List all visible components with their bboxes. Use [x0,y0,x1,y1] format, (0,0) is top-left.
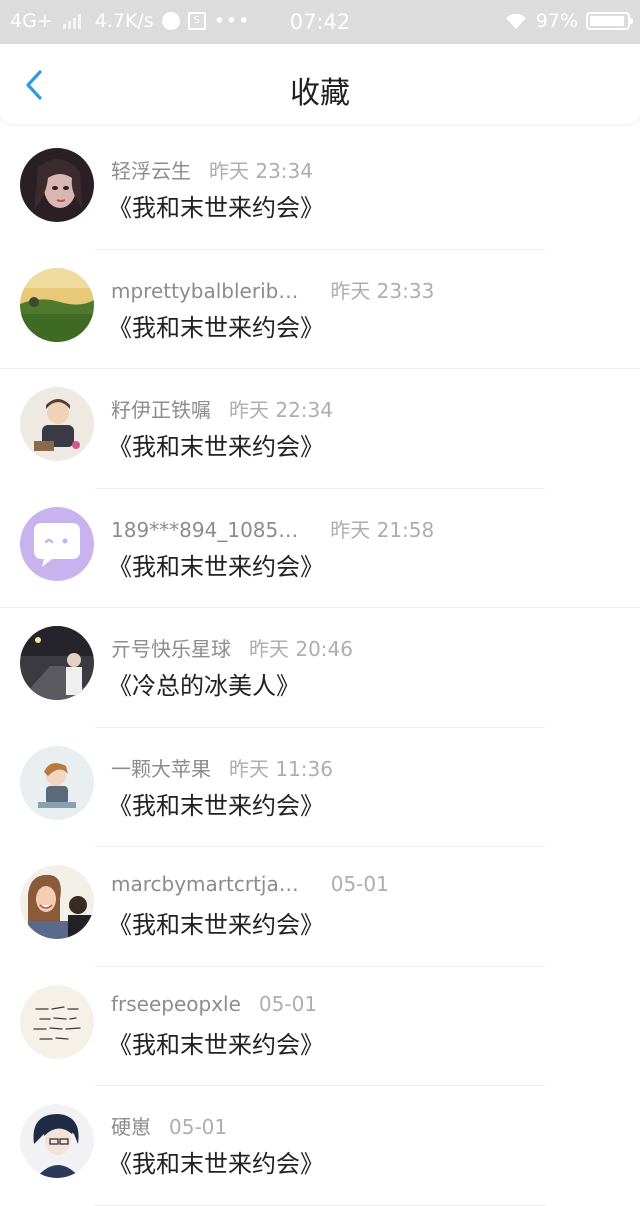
item-meta: 189***894_1085… 昨天 21:58 [111,514,434,543]
user-name: frseepeopxle [111,991,241,1016]
list-item[interactable]: 轻浮云生 昨天 23:34 《我和末世来约会》 [0,130,640,250]
book-title[interactable]: 《冷总的冰美人》 [108,666,300,701]
list-item[interactable]: mprettybalblerib… 昨天 23:33 《我和末世来约会》 [0,250,640,369]
book-title[interactable]: 《我和末世来约会》 [108,188,324,223]
user-name: marcbymartcrtja… [111,872,299,896]
book-title[interactable]: 《我和末世来约会》 [108,1025,324,1060]
list-item[interactable]: 一颗大苹果 昨天 11:36 《我和末世来约会》 [0,728,640,847]
avatar[interactable] [20,745,94,820]
list-item[interactable]: 亓号快乐星球 昨天 20:46 《冷总的冰美人》 [0,608,640,728]
item-meta: 籽伊正铁嘱 昨天 22:34 [111,394,333,423]
avatar[interactable] [20,1104,94,1178]
item-meta: marcbymartcrtja… 05-01 [111,872,389,896]
item-time: 05-01 [258,991,318,1016]
list-item[interactable]: frseepeopxle 05-01 《我和末世来约会》 [0,967,640,1086]
list-item[interactable]: marcbymartcrtja… 05-01 《我和末世来约会》 [0,847,640,967]
item-meta: 一颗大苹果 昨天 11:36 [111,753,333,782]
status-right: 97% [504,10,633,32]
item-time: 昨天 22:34 [229,398,333,422]
item-time: 昨天 11:36 [229,756,333,781]
page-title: 收藏 [290,76,350,111]
item-time: 05-01 [169,1115,228,1139]
item-meta: 硬崽 05-01 [111,1111,227,1140]
wifi-icon [505,13,526,29]
item-time: 昨天 23:33 [330,278,435,303]
list-item[interactable]: 硬崽 05-01 《我和末世来约会》 [0,1086,640,1206]
user-name: 一颗大苹果 [111,756,211,781]
user-name: 189***894_1085… [111,517,299,542]
user-name: mprettybalblerib… [111,278,299,303]
avatar[interactable] [20,267,94,342]
book-title[interactable]: 《我和末世来约会》 [108,905,324,940]
list-item[interactable]: 189***894_1085… 昨天 21:58 《我和末世来约会》 [0,489,640,608]
item-time: 昨天 23:34 [209,159,313,183]
book-title[interactable]: 《我和末世来约会》 [108,1144,324,1179]
favorites-list: 轻浮云生 昨天 23:34 《我和末世来约会》 mprettybalblerib…… [0,130,640,1206]
avatar[interactable] [20,506,94,581]
list-item[interactable]: 籽伊正铁嘱 昨天 22:34 《我和末世来约会》 [0,369,640,489]
avatar[interactable] [20,387,94,461]
item-meta: mprettybalblerib… 昨天 23:33 [111,275,434,304]
avatar[interactable] [20,984,94,1059]
item-meta: frseepeopxle 05-01 [111,992,317,1016]
book-title[interactable]: 《我和末世来约会》 [108,308,324,343]
item-time: 昨天 21:58 [330,517,435,542]
avatar[interactable] [20,865,94,939]
book-title[interactable]: 《我和末世来约会》 [108,786,324,821]
item-time: 05-01 [330,872,389,896]
nav-bar: 收藏 [0,44,640,124]
user-name: 亓号快乐星球 [111,637,231,661]
book-title[interactable]: 《我和末世来约会》 [108,427,324,462]
item-time: 昨天 20:46 [249,637,353,661]
user-name: 籽伊正铁嘱 [111,398,211,422]
user-name: 硬崽 [111,1115,151,1139]
user-name: 轻浮云生 [111,159,191,183]
battery-icon [586,12,633,30]
battery-percent: 97% [535,10,578,32]
avatar[interactable] [20,626,94,700]
book-title[interactable]: 《我和末世来约会》 [108,547,324,582]
item-meta: 亓号快乐星球 昨天 20:46 [111,633,353,662]
item-meta: 轻浮云生 昨天 23:34 [111,155,313,184]
status-bar: 4G+ 4.7K/s S ••• 07:42 97% [0,0,640,44]
avatar[interactable] [20,148,94,222]
